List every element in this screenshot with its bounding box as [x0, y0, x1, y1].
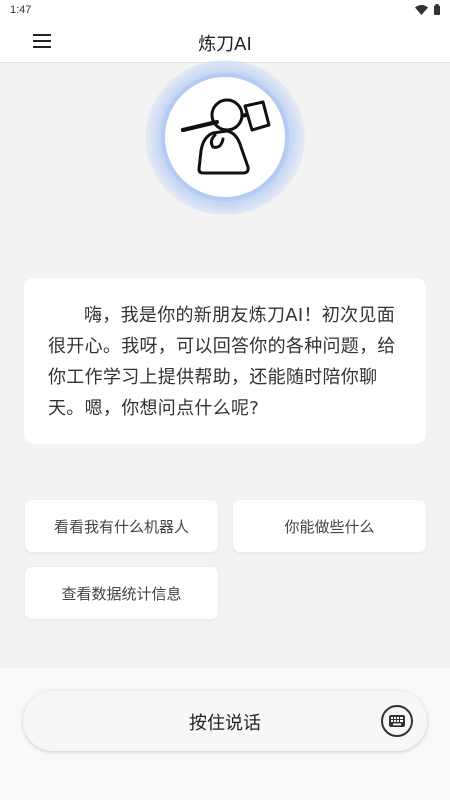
- wifi-icon: [415, 4, 428, 15]
- suggestion-chip[interactable]: 你能做些什么: [233, 500, 426, 552]
- app-header: 炼刀AI: [0, 22, 450, 63]
- hold-to-talk-button[interactable]: 按住说话: [23, 691, 427, 751]
- status-time: 1:47: [10, 4, 32, 16]
- keyboard-icon: [389, 712, 405, 731]
- battery-icon: [434, 4, 440, 15]
- suggestion-label: 查看数据统计信息: [61, 584, 182, 603]
- input-area: 按住说话: [0, 668, 450, 800]
- suggestion-label: 你能做些什么: [284, 517, 375, 536]
- page-title: 炼刀AI: [198, 34, 252, 55]
- avatar-circle: [165, 77, 285, 197]
- avatar: [145, 60, 305, 215]
- robot-with-hammer-avatar-icon: [181, 98, 271, 175]
- keyboard-toggle-button[interactable]: [381, 705, 413, 737]
- suggestion-label: 看看我有什么机器人: [53, 517, 189, 536]
- status-bar: 1:47: [0, 0, 450, 22]
- message-text: 嗨，我是你的新朋友炼刀AI！初次见面很开心。我呀，可以回答你的各种问题，给你工作…: [48, 305, 396, 419]
- suggestion-chip[interactable]: 查看数据统计信息: [25, 567, 218, 619]
- message-card: 嗨，我是你的新朋友炼刀AI！初次见面很开心。我呀，可以回答你的各种问题，给你工作…: [24, 278, 426, 444]
- hold-to-talk-label: 按住说话: [189, 713, 261, 734]
- suggestion-chip[interactable]: 看看我有什么机器人: [25, 500, 218, 552]
- status-icons: [415, 4, 440, 15]
